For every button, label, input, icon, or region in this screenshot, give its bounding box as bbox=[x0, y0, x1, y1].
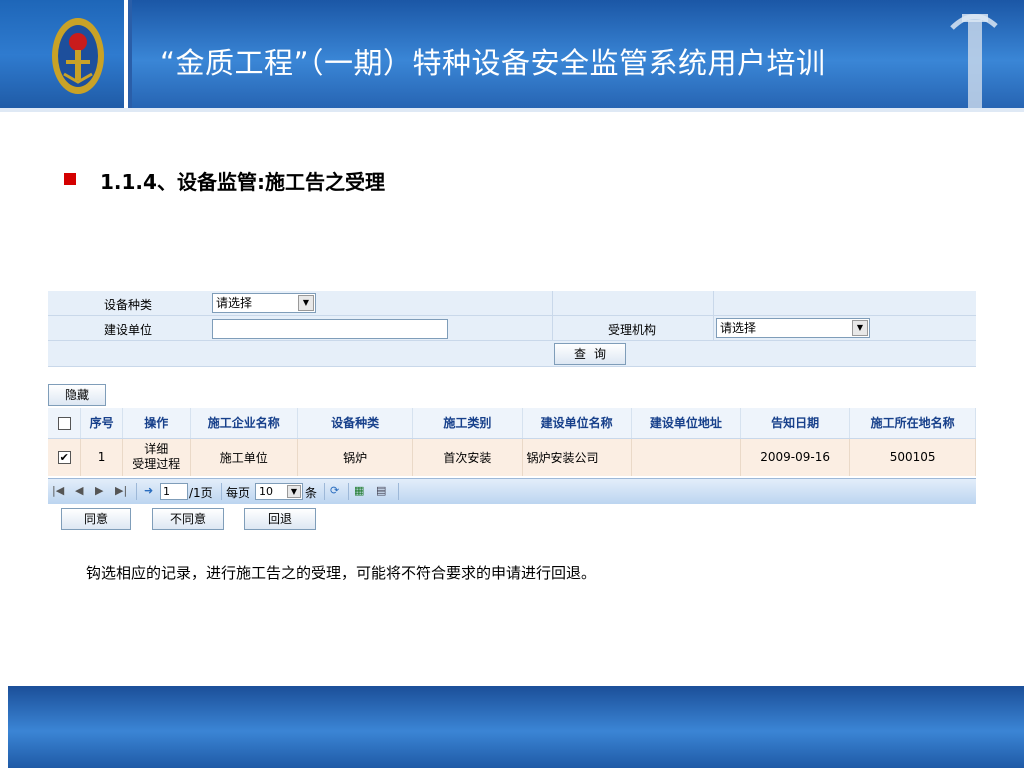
query-button[interactable]: 查询 bbox=[554, 343, 626, 365]
query-form: 设备种类 请选择 ▼ 建设单位 受理机构 请选择 ▼ 查询 bbox=[48, 291, 976, 367]
excel-export-icon[interactable]: ▦ bbox=[354, 484, 364, 497]
equip-type-label: 设备种类 bbox=[104, 298, 153, 312]
header-emblem-panel bbox=[0, 0, 128, 110]
page-number-input[interactable]: 1 bbox=[160, 483, 188, 500]
select-all-checkbox[interactable] bbox=[57, 416, 71, 430]
bullet-square-icon bbox=[64, 173, 76, 185]
form-row-build-unit: 建设单位 受理机构 请选择 ▼ bbox=[48, 316, 976, 341]
equip-type-select[interactable]: 请选择 ▼ bbox=[212, 293, 316, 313]
go-arrow-icon[interactable]: ➜ bbox=[144, 484, 153, 497]
rollback-button[interactable]: 回退 bbox=[244, 508, 316, 530]
cell-build-addr bbox=[631, 438, 742, 476]
col-header[interactable]: 设备种类 bbox=[297, 408, 414, 439]
cell-company: 施工单位 bbox=[190, 438, 298, 476]
agree-button[interactable]: 同意 bbox=[61, 508, 131, 530]
disagree-button[interactable]: 不同意 bbox=[152, 508, 224, 530]
select-all-cell bbox=[48, 408, 82, 439]
refresh-icon[interactable]: ⟳ bbox=[330, 484, 339, 497]
description-text: 钩选相应的记录，进行施工告之的受理，可能将不符合要求的申请进行回退。 bbox=[86, 564, 597, 582]
last-page-icon[interactable]: ▶| bbox=[115, 484, 127, 497]
cell-build-unit: 锅炉安装公司 bbox=[522, 438, 632, 476]
col-header[interactable]: 建设单位地址 bbox=[631, 408, 742, 439]
build-unit-label: 建设单位 bbox=[104, 323, 153, 337]
detail-link[interactable]: 详细 bbox=[123, 442, 190, 457]
table-row[interactable]: ✔ 1 详细 受理过程 施工单位 锅炉 首次安装 锅炉安装公司 2009-09-… bbox=[48, 438, 976, 476]
col-header[interactable]: 施工所在地名称 bbox=[849, 408, 976, 439]
pager-bar: |◀ ◀ ▶ ▶| ➜ 1 /1页 每页 10 ▼ 条 ⟳ ▦ ▤ bbox=[48, 478, 976, 504]
row-checkbox[interactable]: ✔ bbox=[57, 451, 71, 465]
header-divider bbox=[0, 108, 1024, 112]
page-total: /1页 bbox=[189, 486, 213, 500]
header-banner: “金质工程”（一期）特种设备安全监管系统用户培训 bbox=[0, 0, 1024, 112]
col-header[interactable]: 施工类别 bbox=[412, 408, 523, 439]
chevron-down-icon: ▼ bbox=[852, 320, 868, 336]
result-table: 序号 操作 施工企业名称 设备种类 施工类别 建设单位名称 建设单位地址 告知日… bbox=[48, 408, 976, 476]
hide-button[interactable]: 隐藏 bbox=[48, 384, 106, 406]
process-link[interactable]: 受理过程 bbox=[123, 457, 190, 472]
first-page-icon[interactable]: |◀ bbox=[52, 484, 64, 497]
cell-equip-type: 锅炉 bbox=[297, 438, 414, 476]
section-heading: 1.1.4、设备监管:施工告之受理 bbox=[100, 170, 385, 194]
slide-title: “金质工程”（一期）特种设备安全监管系统用户培训 bbox=[160, 46, 826, 80]
per-page-suffix: 条 bbox=[305, 486, 318, 500]
accept-org-select[interactable]: 请选择 ▼ bbox=[716, 318, 870, 338]
form-row-equip-type: 设备种类 请选择 ▼ bbox=[48, 291, 976, 316]
slide: “金质工程”（一期）特种设备安全监管系统用户培训 1.1.4、设备监管:施工告之… bbox=[0, 0, 1024, 768]
huabiao-pillar-icon bbox=[950, 14, 998, 110]
per-page-select[interactable]: 10 ▼ bbox=[255, 483, 303, 500]
next-page-icon[interactable]: ▶ bbox=[95, 484, 103, 497]
table-header-row: 序号 操作 施工企业名称 设备种类 施工类别 建设单位名称 建设单位地址 告知日… bbox=[48, 408, 976, 439]
row-select-cell: ✔ bbox=[48, 438, 82, 476]
build-unit-input[interactable] bbox=[212, 319, 448, 339]
accept-org-label: 受理机构 bbox=[608, 323, 657, 337]
form-row-actions: 查询 bbox=[48, 341, 976, 367]
chevron-down-icon: ▼ bbox=[298, 295, 314, 311]
cell-seq: 1 bbox=[80, 438, 123, 476]
col-header[interactable]: 告知日期 bbox=[740, 408, 851, 439]
national-emblem-icon bbox=[52, 18, 104, 94]
col-header[interactable]: 施工企业名称 bbox=[190, 408, 298, 439]
col-header[interactable]: 建设单位名称 bbox=[522, 408, 632, 439]
col-header[interactable]: 操作 bbox=[122, 408, 191, 439]
cell-date: 2009-09-16 bbox=[740, 438, 851, 476]
cell-category: 首次安装 bbox=[412, 438, 523, 476]
per-page-prefix: 每页 bbox=[226, 486, 251, 500]
cell-operation: 详细 受理过程 bbox=[122, 438, 191, 476]
prev-page-icon[interactable]: ◀ bbox=[75, 484, 83, 497]
cell-location: 500105 bbox=[849, 438, 976, 476]
chevron-down-icon: ▼ bbox=[287, 485, 301, 498]
footer-banner bbox=[8, 686, 1024, 768]
col-header[interactable]: 序号 bbox=[80, 408, 123, 439]
document-icon[interactable]: ▤ bbox=[376, 484, 386, 497]
